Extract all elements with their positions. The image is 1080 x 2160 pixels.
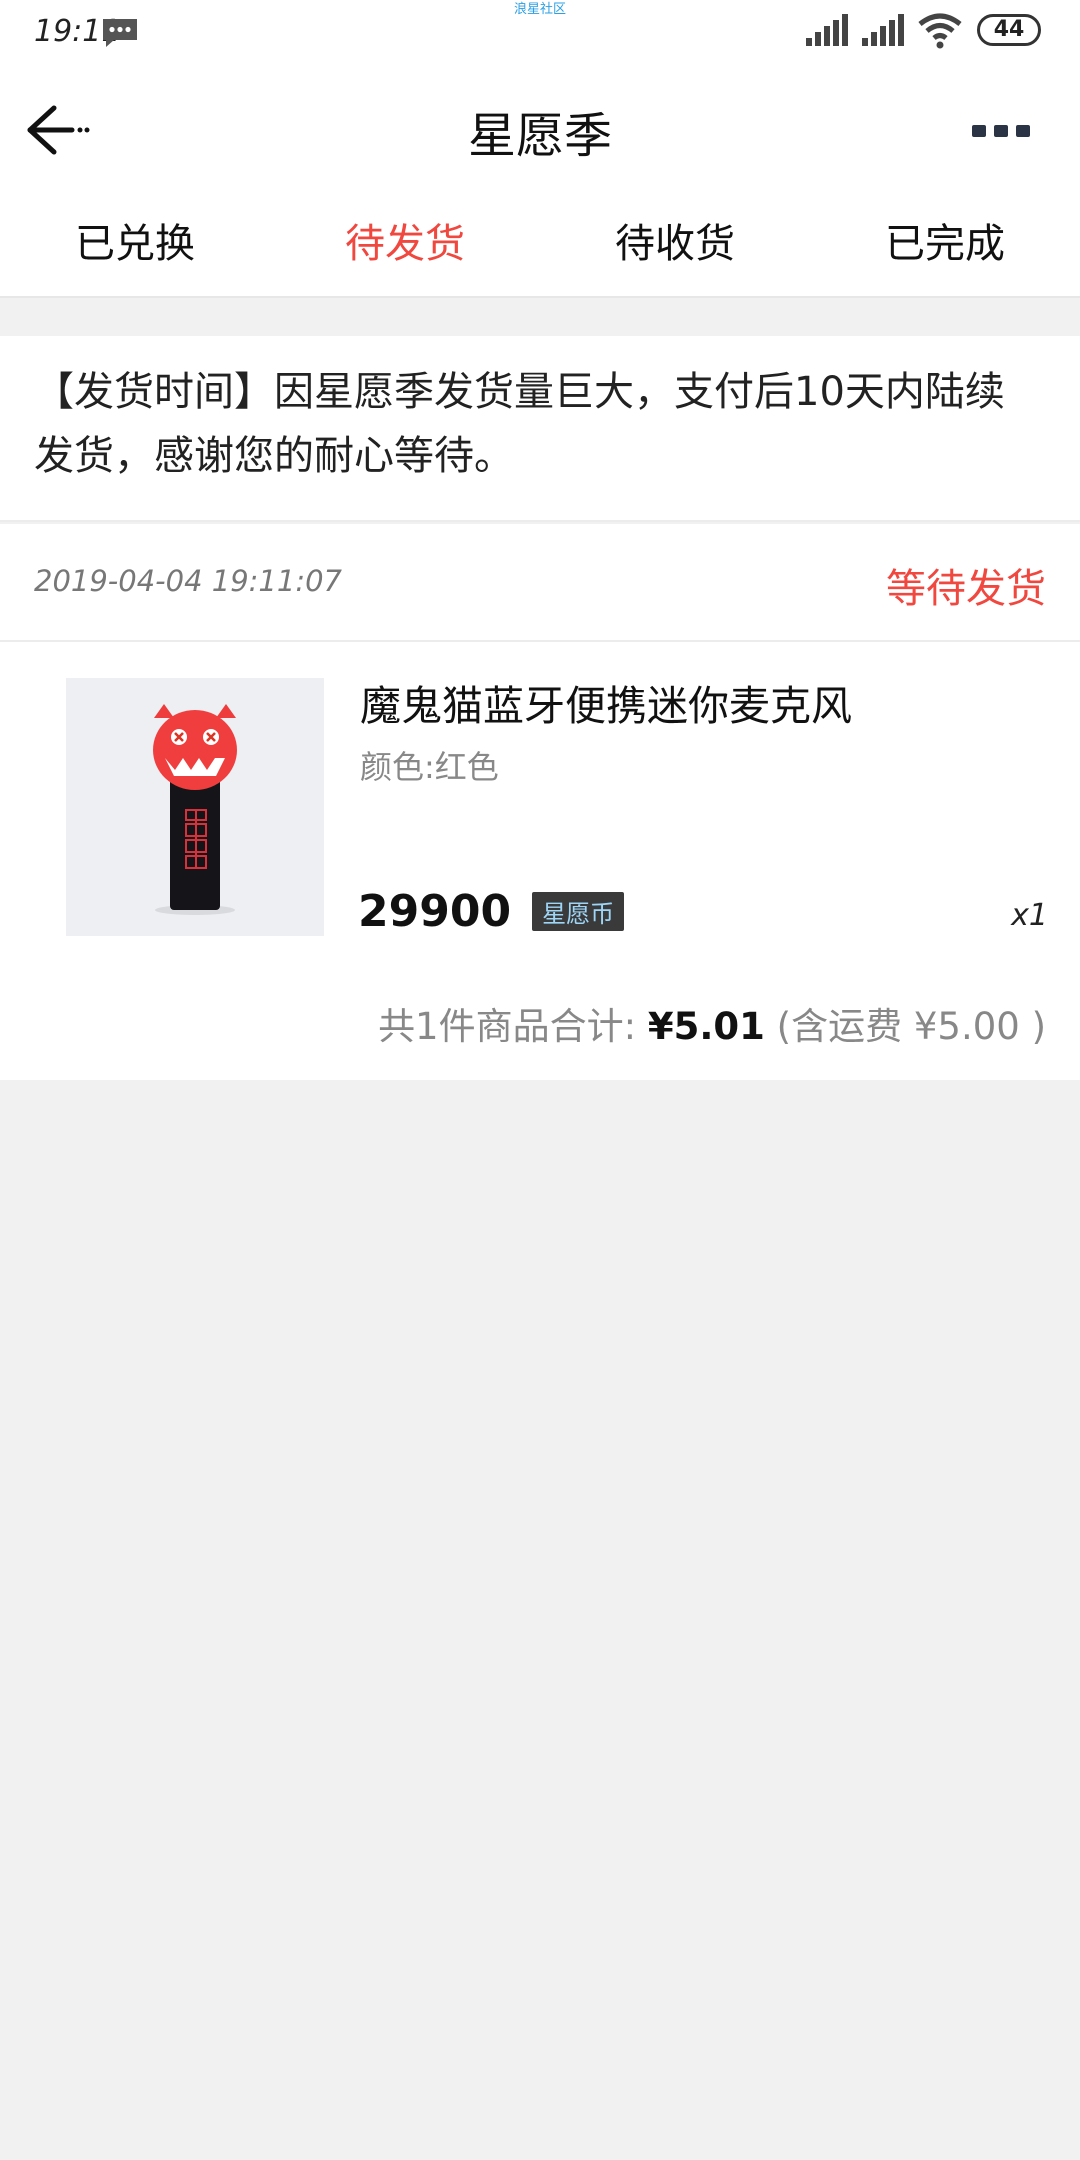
wifi-icon <box>918 13 962 49</box>
order-status-tabs: 已兑换 待发货 待收货 已完成 <box>0 192 1080 298</box>
signal-icon-2 <box>862 14 904 46</box>
status-bar: 19:11 浪星社区 44 <box>0 0 1080 62</box>
tab-pending-receipt[interactable]: 待收货 <box>540 192 810 296</box>
product-price: 29900 <box>358 886 512 937</box>
message-icon <box>103 19 137 47</box>
price-row: 29900 星愿币 <box>358 886 625 946</box>
shipping-notice: 【发货时间】因星愿季发货量巨大，支付后10天内陆续发货，感谢您的耐心等待。 <box>0 336 1080 522</box>
microphone-image <box>153 704 237 915</box>
order-card[interactable]: 2019-04-04 19:11:07 等待发货 魔鬼猫蓝牙便携迷你麦克风 颜色… <box>0 524 1080 1080</box>
summary-shipping-open: (含运费 <box>776 1005 903 1048</box>
more-options-icon[interactable] <box>970 120 1032 142</box>
navigation-bar: 星愿季 <box>0 62 1080 192</box>
shipping-notice-text: 【发货时间】因星愿季发货量巨大，支付后10天内陆续发货，感谢您的耐心等待。 <box>34 369 1005 479</box>
signal-icon <box>806 14 848 46</box>
summary-prefix: 共1件商品合计: <box>378 1005 637 1048</box>
product-quantity: x1 <box>1011 898 1048 933</box>
summary-shipping-close: ) <box>1031 1005 1046 1048</box>
order-header: 2019-04-04 19:11:07 等待发货 <box>0 524 1080 642</box>
battery-indicator: 44 <box>977 14 1041 46</box>
tab-completed[interactable]: 已完成 <box>810 192 1080 296</box>
currency-badge: 星愿币 <box>532 892 625 931</box>
summary-total: ¥5.01 <box>647 1005 765 1048</box>
order-summary: 共1件商品合计: ¥5.01 (含运费 ¥5.00 ) <box>378 996 1046 1050</box>
order-status: 等待发货 <box>886 566 1046 612</box>
order-time: 2019-04-04 19:11:07 <box>34 564 342 598</box>
product-name[interactable]: 魔鬼猫蓝牙便携迷你麦克风 <box>360 672 852 732</box>
product-image[interactable] <box>66 678 324 936</box>
summary-shipping: ¥5.00 <box>913 1005 1020 1048</box>
tab-redeemed[interactable]: 已兑换 <box>0 192 270 296</box>
tab-pending-shipment[interactable]: 待发货 <box>270 192 540 296</box>
page-title: 星愿季 <box>467 108 612 164</box>
product-attribute: 颜色:红色 <box>360 748 499 786</box>
